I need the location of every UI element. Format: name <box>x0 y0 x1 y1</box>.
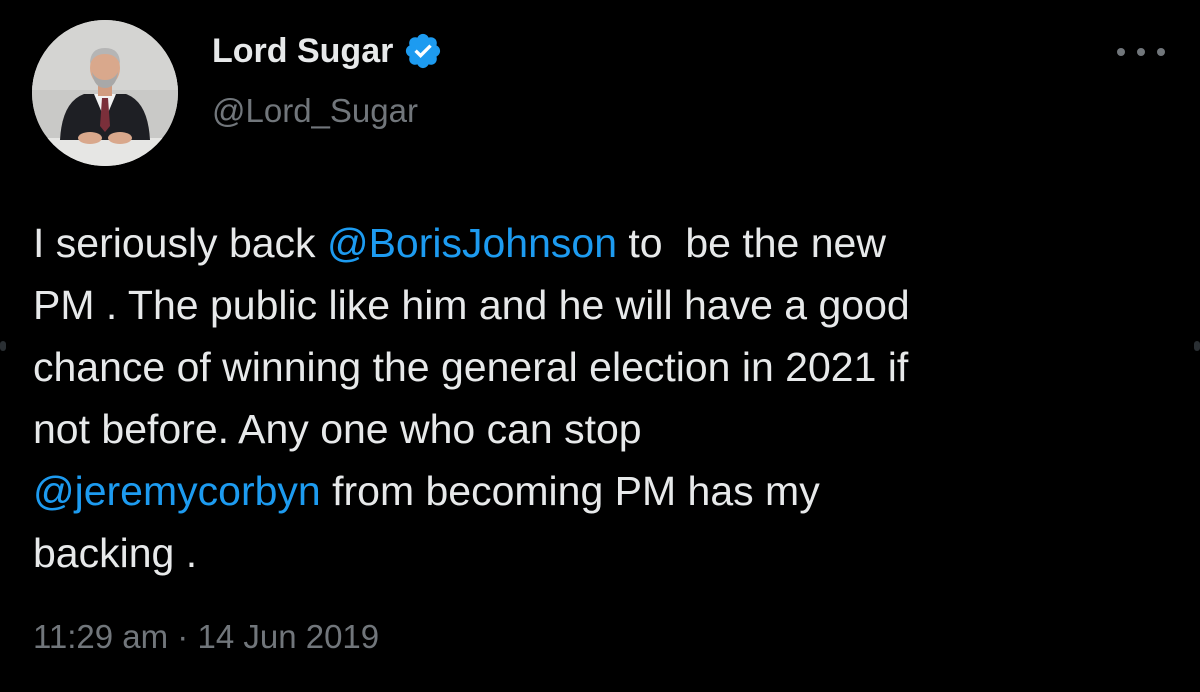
author-handle[interactable]: @Lord_Sugar <box>212 92 418 130</box>
tweet-timestamp[interactable]: 11:29 am · 14 Jun 2019 <box>33 618 379 656</box>
tweet-text-segment: not before. Any one who can stop <box>33 406 642 452</box>
tweet-line: chance of winning the general election i… <box>33 336 1173 398</box>
more-horizontal-icon <box>1117 48 1125 56</box>
tweet-text-segment: I seriously back <box>33 220 327 266</box>
verified-badge-icon <box>403 31 443 71</box>
profile-photo <box>32 20 178 166</box>
tweet-text-segment: to be the new <box>617 220 886 266</box>
author-name-row[interactable]: Lord Sugar <box>212 31 443 71</box>
tweet-line: I seriously back @BorisJohnson to be the… <box>33 212 1173 274</box>
avatar[interactable] <box>32 20 178 166</box>
tweet-line: PM . The public like him and he will hav… <box>33 274 1173 336</box>
author-display-name[interactable]: Lord Sugar <box>212 32 393 71</box>
more-options-button[interactable] <box>1117 38 1165 66</box>
tweet-line: backing . <box>33 522 1173 584</box>
tweet-text-segment: from becoming PM has my <box>320 468 820 514</box>
more-dot <box>1157 48 1165 56</box>
tweet-text-segment: PM . The public like him and he will hav… <box>33 282 910 328</box>
edge-artifact <box>1194 341 1200 351</box>
tweet-line: @jeremycorbyn from becoming PM has my <box>33 460 1173 522</box>
edge-artifact <box>0 341 6 351</box>
tweet-card: Lord Sugar @Lord_Sugar I seriously back … <box>0 0 1200 692</box>
more-dot <box>1137 48 1145 56</box>
mention-link[interactable]: @jeremycorbyn <box>33 468 321 514</box>
tweet-text-segment: chance of winning the general election i… <box>33 344 909 390</box>
tweet-line: not before. Any one who can stop <box>33 398 1173 460</box>
mention-link[interactable]: @BorisJohnson <box>327 220 617 266</box>
tweet-text: I seriously back @BorisJohnson to be the… <box>33 212 1173 584</box>
tweet-text-segment: backing . <box>33 530 198 576</box>
